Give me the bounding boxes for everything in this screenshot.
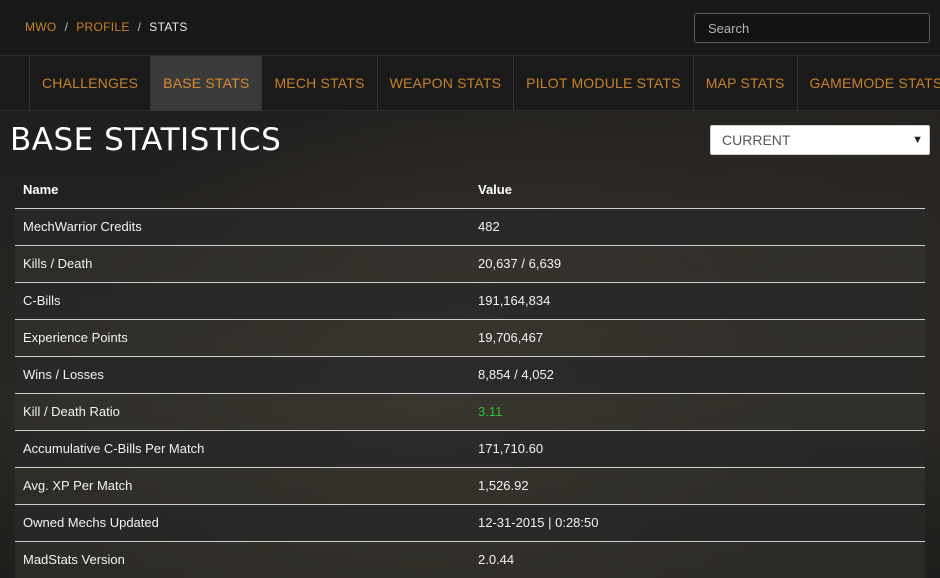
table-row: Avg. XP Per Match 1,526.92 xyxy=(15,467,925,504)
stat-value: 19,706,467 xyxy=(478,330,544,345)
chevron-down-icon: ▼ xyxy=(912,134,923,146)
breadcrumb: MWO / PROFILE / STATS xyxy=(25,20,188,34)
table-row: MechWarrior Credits 482 xyxy=(15,208,925,245)
table-row: Kill / Death Ratio 3.11 xyxy=(15,393,925,430)
stat-name: Wins / Losses xyxy=(23,367,104,382)
stat-value-kd-ratio: 3.11 xyxy=(478,404,503,419)
stat-value: 171,710.60 xyxy=(478,441,544,456)
stat-name: Kills / Death xyxy=(23,256,93,271)
table-row: Kills / Death 20,637 / 6,639 xyxy=(15,245,925,282)
stat-value: 191,164,834 xyxy=(478,293,551,308)
table-row: Experience Points 19,706,467 xyxy=(15,319,925,356)
stat-name: C-Bills xyxy=(23,293,61,308)
stat-value: 12-31-2015 | 0:28:50 xyxy=(478,515,599,530)
season-select[interactable]: CURRENT ▼ xyxy=(710,125,930,155)
table-row: Wins / Losses 8,854 / 4,052 xyxy=(15,356,925,393)
stats-nav: CHALLENGES BASE STATS MECH STATS WEAPON … xyxy=(0,56,940,111)
stat-name: Owned Mechs Updated xyxy=(23,515,159,530)
stat-value: 8,854 / 4,052 xyxy=(478,367,554,382)
breadcrumb-separator: / xyxy=(64,20,69,34)
tab-challenges[interactable]: CHALLENGES xyxy=(29,56,150,111)
tab-pilot-module-stats[interactable]: PILOT MODULE STATS xyxy=(513,56,693,111)
page: MWO / PROFILE / STATS CHALLENGES BASE ST… xyxy=(0,0,940,578)
tab-base-stats[interactable]: BASE STATS xyxy=(150,56,262,111)
breadcrumb-profile-link[interactable]: PROFILE xyxy=(76,20,129,34)
tab-gamemode-stats[interactable]: GAMEMODE STATS xyxy=(796,56,940,111)
stat-value: 482 xyxy=(478,219,500,234)
table-row: MadStats Version 2.0.44 xyxy=(15,541,925,578)
stat-value: 20,637 / 6,639 xyxy=(478,256,562,271)
breadcrumb-mwo-link[interactable]: MWO xyxy=(25,20,57,34)
base-stats-table: Name Value MechWarrior Credits 482 Kills… xyxy=(15,171,925,578)
tab-weapon-stats[interactable]: WEAPON STATS xyxy=(376,56,514,111)
table-row: Accumulative C-Bills Per Match 171,710.6… xyxy=(15,430,925,467)
column-header-value: Value xyxy=(478,181,512,197)
stat-name: Avg. XP Per Match xyxy=(23,478,133,493)
season-select-value: CURRENT xyxy=(722,132,791,148)
stat-name: MechWarrior Credits xyxy=(23,219,142,234)
tab-map-stats[interactable]: MAP STATS xyxy=(692,56,797,111)
tab-mech-stats[interactable]: MECH STATS xyxy=(261,56,376,111)
breadcrumb-separator: / xyxy=(137,20,142,34)
stat-name: MadStats Version xyxy=(23,552,125,568)
search-input[interactable] xyxy=(694,13,930,43)
stat-name: Experience Points xyxy=(23,330,128,345)
stat-value: 2.0.44 xyxy=(478,552,515,568)
stat-name: Accumulative C-Bills Per Match xyxy=(23,441,205,456)
table-row: Owned Mechs Updated 12-31-2015 | 0:28:50 xyxy=(15,504,925,541)
page-title: BASE STATISTICS xyxy=(10,122,282,158)
tab-list: CHALLENGES BASE STATS MECH STATS WEAPON … xyxy=(29,56,940,111)
column-header-name: Name xyxy=(23,181,59,197)
stat-name: Kill / Death Ratio xyxy=(23,404,120,419)
table-header-row: Name Value xyxy=(15,171,925,208)
table-row: C-Bills 191,164,834 xyxy=(15,282,925,319)
breadcrumb-current: STATS xyxy=(149,20,188,34)
stat-value: 1,526.92 xyxy=(478,478,529,493)
top-bar: MWO / PROFILE / STATS xyxy=(0,0,940,56)
